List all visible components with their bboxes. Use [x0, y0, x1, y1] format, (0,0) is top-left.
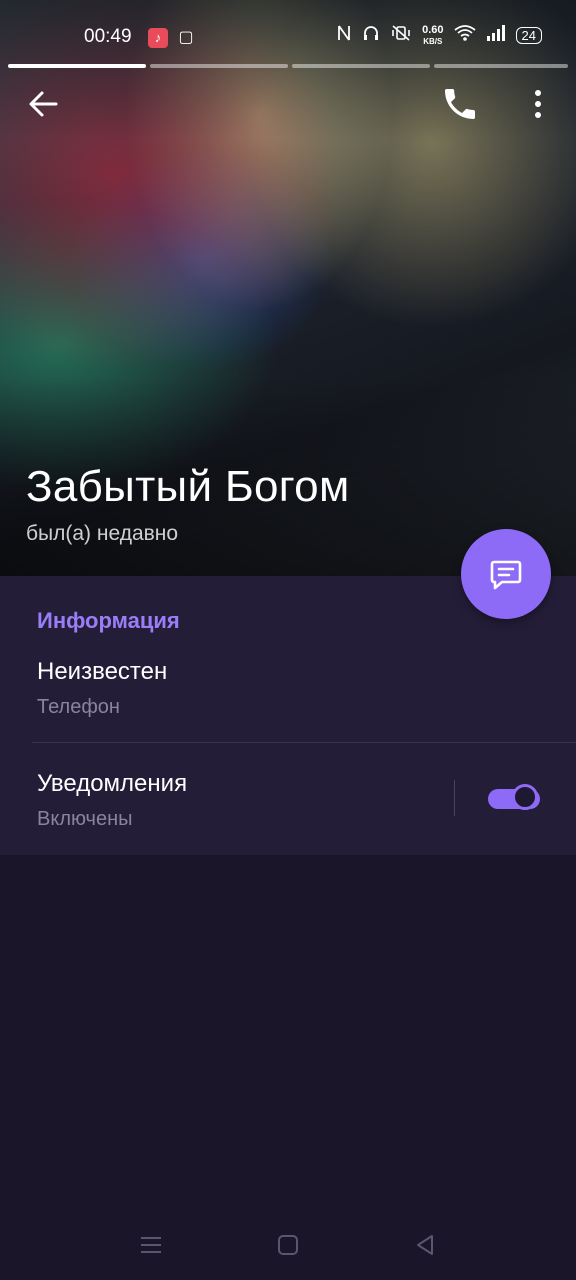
- photo-progress-3: [292, 64, 430, 68]
- notifications-state: Включены: [37, 808, 133, 830]
- headphones-icon: [362, 24, 380, 47]
- message-icon: [490, 560, 522, 590]
- system-back-button[interactable]: [414, 1234, 436, 1256]
- home-button[interactable]: [278, 1235, 298, 1255]
- photo-progress-1: [8, 64, 146, 68]
- nfc-icon: [336, 24, 352, 47]
- signal-icon: [486, 24, 506, 47]
- photo-top-shade: [0, 0, 576, 140]
- phone-value[interactable]: Неизвестен: [37, 658, 167, 686]
- divider: [32, 742, 576, 743]
- arrow-left-icon: [29, 91, 58, 117]
- menu-icon: [141, 1237, 161, 1253]
- notifications-title[interactable]: Уведомления: [37, 770, 187, 798]
- notifications-toggle[interactable]: [488, 783, 542, 815]
- more-vertical-icon: [535, 90, 541, 118]
- vibrate-off-icon: [390, 24, 412, 47]
- system-nav-bar: [0, 1210, 576, 1280]
- net-speed: 0.60 KB/S: [422, 23, 444, 46]
- section-title: Информация: [37, 608, 180, 633]
- toggle-knob: [512, 784, 538, 810]
- phone-icon: [445, 89, 475, 119]
- phone-label: Телефон: [37, 696, 120, 718]
- recents-button[interactable]: [140, 1236, 162, 1254]
- status-right-icons: 0.60 KB/S 24: [336, 24, 542, 47]
- vertical-separator: [454, 780, 455, 816]
- triangle-back-icon: [417, 1235, 433, 1255]
- wifi-icon: [453, 24, 476, 47]
- last-seen-status: был(а) недавно: [26, 522, 179, 545]
- status-time: 00:49: [84, 26, 132, 47]
- photo-progress-4: [434, 64, 568, 68]
- photo-progress-2: [150, 64, 288, 68]
- more-options-button[interactable]: [524, 86, 552, 122]
- status-bar: 00:49 ♪ ▢ 0.60 KB/S 24: [0, 22, 576, 52]
- call-button[interactable]: [440, 84, 480, 124]
- back-button[interactable]: [22, 86, 66, 122]
- music-app-icon: ♪: [148, 28, 168, 48]
- info-card: Информация Неизвестен Телефон Уведомлени…: [0, 576, 576, 855]
- twitch-app-icon: ▢: [178, 29, 194, 46]
- profile-name: Забытый Богом: [26, 462, 350, 511]
- battery-icon: 24: [515, 27, 542, 44]
- send-message-button[interactable]: [461, 529, 551, 619]
